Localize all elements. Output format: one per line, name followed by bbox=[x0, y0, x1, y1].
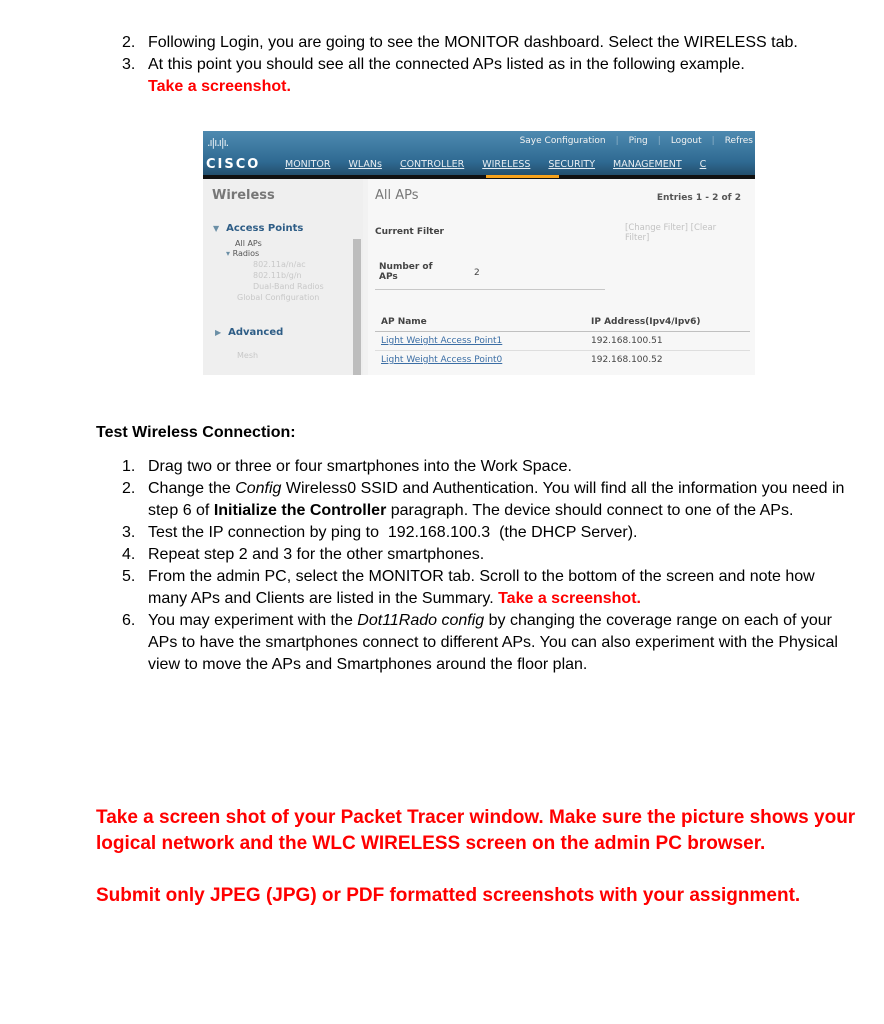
sidebar-item-radio-b[interactable]: 802.11b/g/n bbox=[253, 271, 302, 280]
step-number: 2. bbox=[122, 480, 136, 497]
sidebar-item-radios[interactable]: ▾ Radios bbox=[226, 249, 259, 258]
final-notes: Take a screen shot of your Packet Tracer… bbox=[96, 805, 856, 935]
sidebar-title: Wireless bbox=[212, 188, 275, 203]
tab-security[interactable]: SECURITY bbox=[548, 159, 595, 170]
sidebar-item-global-config[interactable]: Global Configuration bbox=[237, 293, 319, 302]
tab-wlans[interactable]: WLANs bbox=[348, 159, 381, 170]
ap-name-link[interactable]: Light Weight Access Point0 bbox=[381, 355, 502, 365]
step-text-post: paragraph. The device should connect to … bbox=[386, 502, 794, 519]
column-header-ap-name: AP Name bbox=[381, 317, 427, 327]
sidebar-item-mesh[interactable]: Mesh bbox=[237, 351, 258, 360]
tab-management[interactable]: MANAGEMENT bbox=[613, 159, 682, 170]
filter-links[interactable]: [Change Filter] [Clear Filter] bbox=[625, 223, 740, 243]
step-text-bold: Initialize the Controller bbox=[213, 502, 387, 519]
number-of-aps-label: Number of APs bbox=[379, 262, 433, 282]
sidebar-item-access-points[interactable]: ▼ Access Points bbox=[213, 223, 303, 234]
sidebar-item-label: Access Points bbox=[226, 223, 304, 234]
ping-link[interactable]: Ping bbox=[629, 136, 648, 146]
step-text-pre: Change the bbox=[148, 480, 236, 497]
triangle-down-icon: ▼ bbox=[213, 224, 220, 233]
step-number: 2. bbox=[122, 34, 136, 51]
wlc-nav: MONITOR WLANs CONTROLLER WIRELESS SECURI… bbox=[285, 159, 706, 170]
screenshot-highlight: Take a screenshot. bbox=[148, 78, 291, 95]
top-steps-list: 2. Following Login, you are going to see… bbox=[122, 32, 858, 98]
ap-ip-address: 192.168.100.51 bbox=[591, 336, 663, 346]
step-text-pre: You may experiment with the bbox=[148, 612, 358, 629]
list-item: 6. You may experiment with the Dot11Rado… bbox=[122, 610, 848, 676]
divider: | bbox=[657, 136, 661, 146]
submission-instruction: Submit only JPEG (JPG) or PDF formatted … bbox=[96, 885, 801, 906]
refresh-link[interactable]: Refres bbox=[725, 136, 753, 146]
entries-count: Entries 1 - 2 of 2 bbox=[656, 193, 741, 203]
triangle-down-icon: ▾ bbox=[226, 249, 231, 258]
list-item: 5. From the admin PC, select the MONITOR… bbox=[122, 566, 848, 610]
step-number: 1. bbox=[122, 458, 136, 475]
section-heading: Test Wireless Connection: bbox=[96, 424, 296, 441]
sidebar-item-label: Advanced bbox=[228, 327, 284, 338]
number-of-aps-value: 2 bbox=[474, 268, 480, 278]
table-row: Light Weight Access Point0 192.168.100.5… bbox=[375, 351, 750, 369]
step-text: Repeat step 2 and 3 for the other smartp… bbox=[148, 546, 485, 563]
divider bbox=[375, 289, 605, 290]
list-item: 3. At this point you should see all the … bbox=[122, 54, 858, 98]
sidebar-item-radio-a[interactable]: 802.11a/n/ac bbox=[253, 260, 306, 269]
ap-ip-address: 192.168.100.52 bbox=[591, 355, 663, 365]
test-steps-list: 1. Drag two or three or four smartphones… bbox=[122, 456, 848, 676]
screenshot-instruction: Take a screen shot of your Packet Tracer… bbox=[96, 807, 856, 854]
triangle-right-icon: ▶ bbox=[215, 328, 222, 337]
logout-link[interactable]: Logout bbox=[671, 136, 702, 146]
list-item: 2. Following Login, you are going to see… bbox=[122, 32, 858, 54]
step-number: 5. bbox=[122, 568, 136, 585]
list-item: 1. Drag two or three or four smartphones… bbox=[122, 456, 848, 478]
sidebar-scrollbar[interactable] bbox=[353, 239, 361, 375]
active-tab-indicator bbox=[486, 175, 559, 178]
table-header: AP Name IP Address(Ipv4/Ipv6) bbox=[375, 313, 750, 332]
save-configuration-link[interactable]: Saye Configuration bbox=[520, 136, 606, 146]
divider: | bbox=[711, 136, 715, 146]
step-text-italic: Dot11Rado config bbox=[357, 612, 485, 629]
sidebar-item-all-aps[interactable]: All APs bbox=[235, 239, 262, 248]
step-number: 6. bbox=[122, 612, 136, 629]
cisco-logo-bars-icon: .ı|ı.ı|ı. bbox=[207, 136, 229, 149]
wlc-header: .ı|ı.ı|ı. cisco Saye Configuration | Pin… bbox=[203, 131, 755, 175]
wlc-top-links: Saye Configuration | Ping | Logout | Ref… bbox=[520, 136, 753, 146]
ap-name-link[interactable]: Light Weight Access Point1 bbox=[381, 336, 502, 346]
step-text: At this point you should see all the con… bbox=[148, 56, 745, 73]
step-number: 3. bbox=[122, 56, 136, 73]
divider: | bbox=[615, 136, 619, 146]
step-number: 3. bbox=[122, 524, 136, 541]
step-text: Test the IP connection by ping to 192.16… bbox=[148, 524, 638, 541]
ap-table: AP Name IP Address(Ipv4/Ipv6) Light Weig… bbox=[375, 313, 750, 369]
wlc-main-panel: All APs Entries 1 - 2 of 2 Current Filte… bbox=[368, 179, 755, 375]
screenshot-highlight: Take a screenshot. bbox=[498, 590, 641, 607]
sidebar-item-dual-band[interactable]: Dual-Band Radios bbox=[253, 282, 324, 291]
page-title: All APs bbox=[375, 188, 419, 203]
cisco-logo: cisco bbox=[206, 157, 261, 172]
wlc-screenshot: .ı|ı.ı|ı. cisco Saye Configuration | Pin… bbox=[203, 131, 755, 375]
current-filter-label: Current Filter bbox=[375, 227, 444, 237]
tab-wireless[interactable]: WIRELESS bbox=[482, 159, 530, 170]
column-header-ip-address: IP Address(Ipv4/Ipv6) bbox=[591, 317, 701, 327]
sidebar-item-label: Radios bbox=[232, 249, 260, 258]
list-item: 3. Test the IP connection by ping to 192… bbox=[122, 522, 848, 544]
sidebar-item-advanced[interactable]: ▶ Advanced bbox=[215, 327, 283, 338]
tab-commands[interactable]: C bbox=[700, 159, 707, 170]
step-text: Drag two or three or four smartphones in… bbox=[148, 458, 572, 475]
step-text-italic: Config bbox=[235, 480, 282, 497]
step-text: Following Login, you are going to see th… bbox=[148, 34, 798, 51]
step-number: 4. bbox=[122, 546, 136, 563]
tab-controller[interactable]: CONTROLLER bbox=[400, 159, 464, 170]
wlc-sidebar: Wireless ▼ Access Points All APs ▾ Radio… bbox=[203, 179, 363, 375]
list-item: 2. Change the Config Wireless0 SSID and … bbox=[122, 478, 848, 522]
list-item: 4. Repeat step 2 and 3 for the other sma… bbox=[122, 544, 848, 566]
table-row: Light Weight Access Point1 192.168.100.5… bbox=[375, 332, 750, 351]
tab-monitor[interactable]: MONITOR bbox=[285, 159, 330, 170]
step-text: From the admin PC, select the MONITOR ta… bbox=[148, 568, 815, 607]
